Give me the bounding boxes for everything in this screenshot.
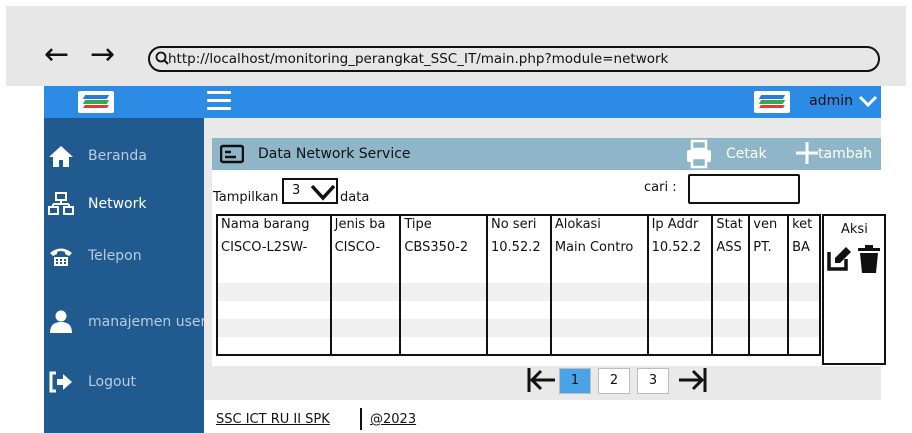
footer-divider <box>360 408 362 430</box>
table-row-empty <box>216 301 821 319</box>
page-button[interactable]: 3 <box>637 368 669 394</box>
pagination: 1 2 3 <box>527 366 707 394</box>
table-header-row: Nama barang Jenis ba Tipe No seri Alokas… <box>216 214 821 233</box>
search-input[interactable] <box>688 174 800 204</box>
address-url: http://localhost/monitoring_perangkat_SS… <box>168 51 669 67</box>
network-icon <box>48 192 74 215</box>
column-header[interactable]: No seri <box>486 214 552 233</box>
page-button[interactable]: 1 <box>559 368 591 394</box>
edit-icon[interactable] <box>826 244 852 272</box>
table-cell: 10.52.2 <box>646 233 714 261</box>
column-header[interactable]: ket <box>787 214 821 233</box>
sidebar-item-manajemen-user[interactable]: manajemen user <box>44 304 206 344</box>
user-logo <box>754 91 790 113</box>
top-navbar: admin <box>44 86 881 118</box>
table-cell: CBS350-2 <box>399 233 488 261</box>
column-header[interactable]: ven <box>748 214 790 233</box>
actions-column: Aksi <box>822 214 886 365</box>
brand-area <box>44 86 204 118</box>
chevron-down-icon <box>310 184 336 201</box>
add-button[interactable]: tambah <box>818 146 872 162</box>
data-panel: Tampilkan 3 data cari : Nama barang Jeni… <box>212 170 886 366</box>
chevron-down-icon[interactable] <box>857 89 879 111</box>
hamburger-menu-icon[interactable] <box>207 91 231 111</box>
network-table: Nama barang Jenis ba Tipe No seri Alokas… <box>216 214 821 356</box>
sidebar-item-telepon[interactable]: Telepon <box>44 238 204 278</box>
page-size-select[interactable]: 3 <box>282 178 338 204</box>
page-button[interactable]: 2 <box>598 368 630 394</box>
table-cell: Main Contro <box>549 233 649 261</box>
footer-org-link[interactable]: SSC ICT RU II SPK <box>216 412 330 427</box>
phone-icon <box>50 248 72 266</box>
table-cell: CISCO- <box>329 233 402 261</box>
table-row-empty <box>216 283 821 301</box>
column-header[interactable]: Nama barang <box>216 214 332 233</box>
footer-year-link[interactable]: @2023 <box>370 412 416 427</box>
column-header[interactable]: Tipe <box>399 214 488 233</box>
home-icon <box>49 146 73 167</box>
table-row-empty <box>216 319 821 337</box>
column-header[interactable]: Ip Addr <box>646 214 714 233</box>
table-cell: 10.52.2 <box>486 233 552 261</box>
column-header[interactable]: Alokasi <box>549 214 649 233</box>
print-button[interactable]: Cetak <box>726 146 767 162</box>
column-header[interactable]: Stat <box>711 214 751 233</box>
table-cell: CISCO-L2SW- <box>216 233 332 261</box>
main-content: Data Network Service Cetak tambah Tampil… <box>204 118 886 400</box>
sidebar-item-beranda[interactable]: Beranda <box>44 138 204 178</box>
trash-icon[interactable] <box>856 244 882 274</box>
data-label: data <box>340 190 370 205</box>
sidebar-item-logout[interactable]: Logout <box>44 364 204 404</box>
footer: SSC ICT RU II SPK @2023 <box>204 400 881 433</box>
table-cell: PT. <box>748 233 790 261</box>
back-arrow-icon[interactable]: ← <box>44 40 69 70</box>
panel-header: Data Network Service Cetak tambah <box>212 138 881 170</box>
search-label: cari : <box>644 180 677 195</box>
previous-page-arrow-icon[interactable] <box>527 366 557 394</box>
column-header[interactable]: Jenis ba <box>329 214 402 233</box>
search-icon <box>155 50 169 72</box>
user-label[interactable]: admin <box>809 93 853 109</box>
server-icon <box>220 144 244 164</box>
panel-title: Data Network Service <box>258 146 411 162</box>
forward-arrow-icon[interactable]: → <box>90 40 115 70</box>
table-cell: BA <box>787 233 821 261</box>
next-page-arrow-icon[interactable] <box>677 366 707 394</box>
table-cell: ASS <box>711 233 751 261</box>
logout-icon <box>49 371 72 393</box>
table-row-empty <box>216 261 821 283</box>
page-size-value: 3 <box>292 183 301 198</box>
brand-logo <box>78 91 114 113</box>
table-row[interactable]: CISCO-L2SW- CISCO- CBS350-2 10.52.2 Main… <box>216 233 821 261</box>
address-bar[interactable]: http://localhost/monitoring_perangkat_SS… <box>148 46 880 72</box>
sidebar: Beranda Network Telepon manajemen user L… <box>44 118 206 433</box>
show-entries-label: Tampilkan <box>213 190 279 205</box>
sidebar-item-network[interactable]: Network <box>44 186 204 226</box>
user-icon <box>50 310 72 333</box>
table-row-empty <box>216 337 821 356</box>
printer-icon[interactable] <box>686 139 712 169</box>
actions-header: Aksi <box>841 222 868 237</box>
plus-icon[interactable] <box>795 140 819 166</box>
